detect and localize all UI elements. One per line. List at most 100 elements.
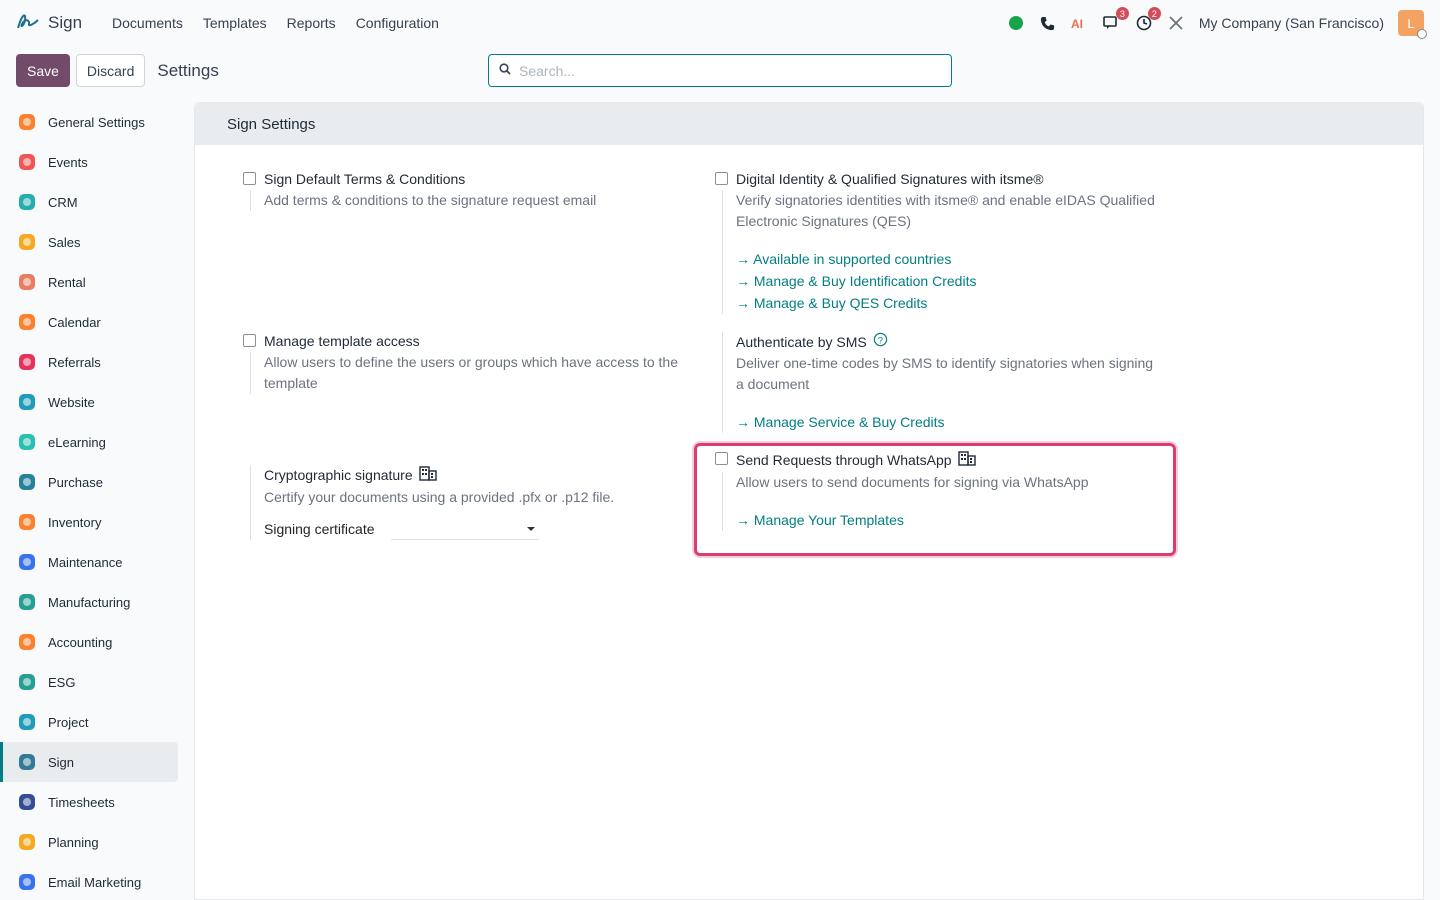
menu-reports[interactable]: Reports: [277, 15, 346, 31]
link-buy-qes-credits[interactable]: → Manage & Buy QES Credits: [736, 292, 1165, 314]
menu-documents[interactable]: Documents: [102, 15, 193, 31]
company-switcher[interactable]: My Company (San Francisco): [1199, 15, 1384, 31]
setting-default-terms: Sign Default Terms & Conditions Add term…: [243, 170, 683, 211]
sidebar-item-label: Rental: [48, 274, 86, 290]
link-available-countries[interactable]: → Available in supported countries: [736, 248, 1165, 270]
itsme-links: → Available in supported countries → Man…: [736, 248, 1165, 314]
sidebar-item-label: Website: [48, 394, 95, 410]
sidebar-item-label: ESG: [48, 674, 76, 690]
maintenance-icon: [16, 551, 38, 573]
sidebar-item-website[interactable]: Website: [0, 382, 178, 422]
menu-configuration[interactable]: Configuration: [346, 15, 449, 31]
save-button[interactable]: Save: [16, 54, 70, 87]
user-avatar[interactable]: L: [1398, 10, 1427, 39]
sidebar-item-label: Calendar: [48, 314, 101, 330]
setting-description-line-2: Electronic Signatures (QES): [736, 213, 912, 229]
sidebar-item-esg[interactable]: ESG: [0, 662, 178, 702]
link-buy-identification-credits[interactable]: → Manage & Buy Identification Credits: [736, 270, 1165, 292]
setting-template-access: Manage template access Allow users to de…: [243, 332, 693, 394]
default-terms-checkbox[interactable]: [243, 172, 256, 185]
elearning-icon: [16, 431, 38, 453]
page-title: Settings: [157, 60, 219, 80]
setting-description-line-2: template: [264, 375, 318, 391]
sidebar-item-label: Sign: [48, 754, 75, 770]
sidebar-item-events[interactable]: Events: [0, 142, 178, 182]
purchase-icon: [16, 471, 38, 493]
accounting-icon: [16, 631, 38, 653]
setting-title: Manage template access: [264, 333, 420, 349]
activity-clock-icon[interactable]: 2: [1135, 7, 1161, 32]
setting-itsme: Digital Identity & Qualified Signatures …: [715, 170, 1165, 314]
settings-sidebar: General Settings Events CRM Sales Rental Cale…: [0, 102, 186, 900]
presence-status-icon[interactable]: [1007, 14, 1025, 32]
sidebar-item-label: General Settings: [48, 114, 145, 130]
whatsapp-checkbox[interactable]: [715, 452, 728, 465]
signing-certificate-row: Signing certificate: [264, 518, 693, 540]
setting-description: Add terms & conditions to the signature …: [264, 192, 597, 208]
sidebar-item-calendar[interactable]: Calendar: [0, 302, 178, 342]
setting-sms-auth: Authenticate by SMS ? Deliver one-time c…: [715, 332, 1165, 433]
sidebar-item-rental[interactable]: Rental: [0, 262, 178, 302]
sidebar-item-crm[interactable]: CRM: [0, 182, 178, 222]
section-header: Sign Settings: [195, 103, 1423, 145]
app-brand[interactable]: Sign: [16, 10, 82, 37]
search-icon: [499, 62, 511, 80]
timesheets-icon: [16, 791, 38, 813]
sidebar-item-accounting[interactable]: Accounting: [0, 622, 178, 662]
phone-icon[interactable]: [1039, 14, 1057, 32]
app-name: Sign: [48, 13, 83, 32]
menu-templates[interactable]: Templates: [193, 15, 277, 31]
setting-description-line-1: Deliver one-time codes by SMS to identif…: [736, 355, 1154, 371]
ai-assistant-icon[interactable]: AI: [1071, 14, 1089, 32]
top-navbar: Sign Documents Templates Reports Configu…: [0, 0, 1440, 46]
svg-text:?: ?: [877, 335, 882, 345]
link-manage-templates[interactable]: → Manage Your Templates: [736, 509, 1165, 531]
sidebar-item-elearning[interactable]: eLearning: [0, 422, 178, 462]
settings-search[interactable]: [488, 54, 952, 87]
website-icon: [16, 391, 38, 413]
project-icon: [16, 711, 38, 733]
sidebar-item-maintenance[interactable]: Maintenance: [0, 542, 178, 582]
sidebar-item-label: Sales: [48, 234, 81, 250]
sidebar-item-inventory[interactable]: Inventory: [0, 502, 178, 542]
sidebar-item-label: Project: [48, 714, 89, 730]
manufacturing-icon: [16, 591, 38, 613]
sidebar-item-planning[interactable]: Planning: [0, 822, 178, 862]
sidebar-item-manufacturing[interactable]: Manufacturing: [0, 582, 178, 622]
setting-title: Digital Identity & Qualified Signatures …: [736, 171, 1044, 187]
sidebar-item-sign[interactable]: Sign: [0, 742, 178, 782]
help-icon[interactable]: ?: [873, 332, 888, 351]
avatar-status-dot: [1417, 29, 1427, 39]
search-input[interactable]: [519, 62, 941, 79]
discard-button[interactable]: Discard: [75, 54, 146, 87]
sidebar-item-label: CRM: [48, 194, 78, 210]
planning-icon: [16, 831, 38, 853]
sales-icon: [16, 231, 38, 253]
sidebar-item-project[interactable]: Project: [0, 702, 178, 742]
itsme-checkbox[interactable]: [715, 172, 728, 185]
setting-description: Certify your documents using a provided …: [264, 489, 615, 505]
tools-icon[interactable]: [1167, 14, 1185, 32]
sidebar-item-sales[interactable]: Sales: [0, 222, 178, 262]
setting-description-line-2: a document: [736, 376, 810, 392]
sidebar-item-email-marketing[interactable]: Email Marketing: [0, 862, 178, 900]
sidebar-item-purchase[interactable]: Purchase: [0, 462, 178, 502]
sign-icon: [16, 751, 38, 773]
signing-certificate-select[interactable]: [390, 518, 539, 540]
setting-title: Cryptographic signature: [264, 465, 693, 485]
calendar-icon: [16, 311, 38, 333]
email-marketing-icon: [16, 871, 38, 893]
template-access-checkbox[interactable]: [243, 334, 256, 347]
sidebar-item-label: Accounting: [48, 634, 113, 650]
sidebar-item-general-settings[interactable]: General Settings: [0, 102, 178, 142]
sidebar-item-timesheets[interactable]: Timesheets: [0, 782, 178, 822]
link-buy-sms-credits[interactable]: → Manage Service & Buy Credits: [736, 411, 1165, 433]
esg-icon: [16, 671, 38, 693]
sidebar-item-label: Referrals: [48, 354, 101, 370]
setting-description-line-1: Verify signatories identities with itsme…: [736, 192, 1155, 208]
sidebar-item-referrals[interactable]: Referrals: [0, 342, 178, 382]
messages-icon[interactable]: 3: [1103, 7, 1129, 32]
sms-links: → Manage Service & Buy Credits: [736, 411, 1165, 433]
sidebar-item-label: Timesheets: [48, 794, 115, 810]
crm-icon: [16, 191, 38, 213]
